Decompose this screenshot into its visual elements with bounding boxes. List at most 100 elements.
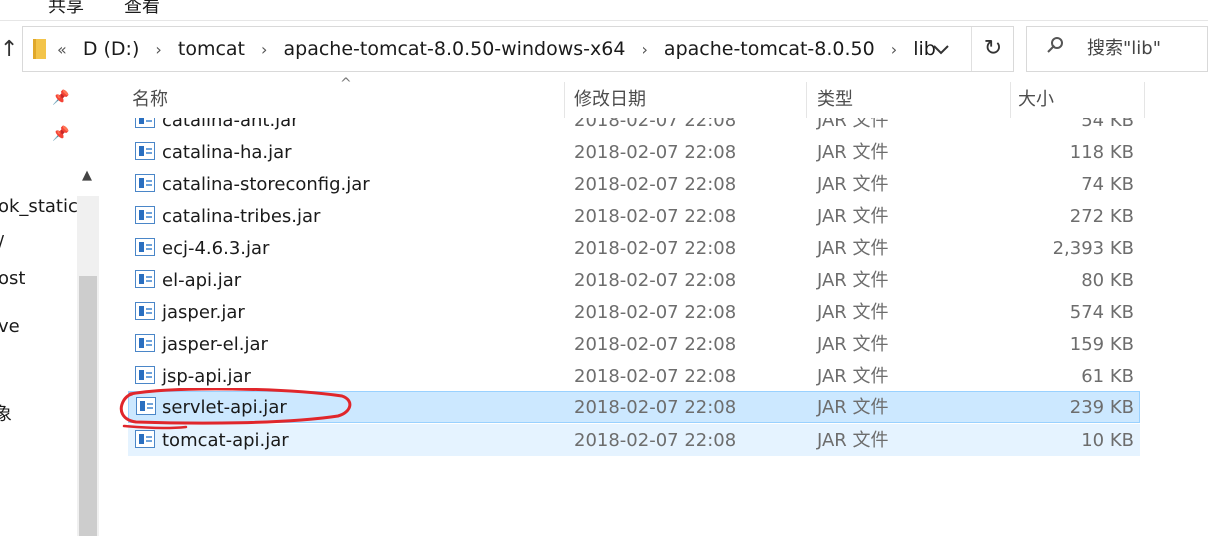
file-date: 2018-02-07 22:08 bbox=[574, 302, 737, 323]
file-date: 2018-02-07 22:08 bbox=[574, 206, 737, 227]
file-type: JAR 文件 bbox=[817, 397, 889, 418]
file-date: 2018-02-07 22:08 bbox=[574, 334, 737, 355]
jar-file-icon bbox=[135, 430, 155, 448]
breadcrumb-item-tomcat[interactable]: tomcat bbox=[178, 38, 245, 60]
scrollbar-thumb[interactable] bbox=[79, 276, 97, 536]
nav-scrollbar[interactable] bbox=[77, 196, 99, 536]
file-type: JAR 文件 bbox=[817, 206, 889, 227]
address-bar[interactable]: « D (D:) › tomcat › apache-tomcat-8.0.50… bbox=[22, 26, 1014, 72]
column-name[interactable]: 名称 bbox=[132, 80, 168, 118]
file-type: JAR 文件 bbox=[817, 118, 889, 131]
file-name: jasper-el.jar bbox=[162, 334, 268, 355]
file-type: JAR 文件 bbox=[817, 430, 889, 451]
file-type: JAR 文件 bbox=[817, 334, 889, 355]
ribbon-tab-share[interactable]: 共享 bbox=[48, 0, 84, 18]
refresh-icon[interactable]: ↻ bbox=[971, 27, 1014, 71]
search-icon bbox=[1045, 35, 1069, 59]
folder-icon bbox=[33, 39, 46, 59]
file-name: catalina-tribes.jar bbox=[162, 206, 321, 227]
file-type: JAR 文件 bbox=[817, 366, 889, 387]
file-date: 2018-02-07 22:08 bbox=[574, 397, 737, 418]
file-size: 61 KB bbox=[1081, 366, 1134, 387]
file-size: 272 KB bbox=[1069, 206, 1134, 227]
nav-item[interactable]: ok_static bbox=[0, 196, 78, 217]
chevron-right-icon[interactable]: › bbox=[891, 40, 897, 59]
ribbon: 共享 查看 bbox=[0, 0, 1208, 20]
list-item[interactable]: catalina-ant.jar 2018-02-07 22:08 JAR 文件… bbox=[128, 118, 1140, 136]
file-type: JAR 文件 bbox=[817, 302, 889, 323]
chevron-right-icon[interactable]: › bbox=[261, 40, 267, 59]
list-item[interactable]: catalina-storeconfig.jar 2018-02-07 22:0… bbox=[128, 168, 1140, 200]
file-name: catalina-storeconfig.jar bbox=[162, 174, 370, 195]
file-size: 239 KB bbox=[1069, 397, 1134, 418]
file-name: el-api.jar bbox=[162, 270, 242, 291]
chevron-right-icon[interactable]: › bbox=[155, 40, 161, 59]
column-type[interactable]: 类型 bbox=[817, 80, 853, 118]
breadcrumb-item-tomcat-version[interactable]: apache-tomcat-8.0.50 bbox=[664, 38, 875, 60]
file-size: 10 KB bbox=[1081, 430, 1134, 451]
search-box[interactable]: 搜索"lib" bbox=[1026, 26, 1208, 72]
jar-file-icon bbox=[135, 142, 155, 160]
file-name: ecj-4.6.3.jar bbox=[162, 238, 270, 259]
breadcrumb-item-tomcat-windows[interactable]: apache-tomcat-8.0.50-windows-x64 bbox=[284, 38, 626, 60]
pin-icon[interactable]: 📌 bbox=[52, 126, 69, 142]
list-item[interactable]: jasper-el.jar 2018-02-07 22:08 JAR 文件 15… bbox=[128, 328, 1140, 360]
list-item[interactable]: catalina-ha.jar 2018-02-07 22:08 JAR 文件 … bbox=[128, 136, 1140, 168]
file-date: 2018-02-07 22:08 bbox=[574, 238, 737, 259]
nav-item[interactable]: ost bbox=[0, 268, 25, 289]
search-input[interactable]: 搜索"lib" bbox=[1087, 27, 1161, 71]
nav-item[interactable]: 象 bbox=[0, 400, 12, 426]
list-item[interactable]: ecj-4.6.3.jar 2018-02-07 22:08 JAR 文件 2,… bbox=[128, 232, 1140, 264]
breadcrumb-item-drive[interactable]: D (D:) bbox=[83, 38, 140, 60]
sort-up-icon: ^ bbox=[340, 76, 352, 92]
annotation-circle bbox=[119, 388, 352, 430]
jar-file-icon bbox=[135, 238, 155, 256]
list-item[interactable]: catalina-tribes.jar 2018-02-07 22:08 JAR… bbox=[128, 200, 1140, 232]
file-name: catalina-ant.jar bbox=[162, 118, 299, 131]
chevron-right-icon[interactable]: › bbox=[641, 40, 647, 59]
jar-file-icon bbox=[135, 118, 155, 128]
navigation-pane: 📌 📌 ▲ ok_static / ost ve 象 bbox=[0, 80, 100, 536]
breadcrumb: « D (D:) › tomcat › apache-tomcat-8.0.50… bbox=[57, 27, 936, 71]
file-type: JAR 文件 bbox=[817, 174, 889, 195]
column-date[interactable]: 修改日期 bbox=[574, 80, 646, 118]
ribbon-divider bbox=[0, 20, 1208, 21]
jar-file-icon bbox=[135, 366, 155, 384]
scroll-up-icon[interactable]: ▲ bbox=[77, 166, 97, 186]
file-size: 80 KB bbox=[1081, 270, 1134, 291]
file-type: JAR 文件 bbox=[817, 270, 889, 291]
nav-item[interactable]: ve bbox=[0, 316, 20, 337]
list-item[interactable]: jasper.jar 2018-02-07 22:08 JAR 文件 574 K… bbox=[128, 296, 1140, 328]
file-size: 159 KB bbox=[1069, 334, 1134, 355]
column-divider[interactable] bbox=[1144, 82, 1145, 118]
jar-file-icon bbox=[135, 270, 155, 288]
chevron-down-icon[interactable] bbox=[933, 27, 949, 71]
file-size: 118 KB bbox=[1069, 142, 1134, 163]
file-name: catalina-ha.jar bbox=[162, 142, 292, 163]
file-type: JAR 文件 bbox=[817, 142, 889, 163]
jar-file-icon bbox=[135, 174, 155, 192]
file-size: 74 KB bbox=[1081, 174, 1134, 195]
pin-icon[interactable]: 📌 bbox=[52, 90, 69, 106]
file-date: 2018-02-07 22:08 bbox=[574, 142, 737, 163]
file-date: 2018-02-07 22:08 bbox=[574, 366, 737, 387]
file-type: JAR 文件 bbox=[817, 238, 889, 259]
file-name: jasper.jar bbox=[162, 302, 245, 323]
jar-file-icon bbox=[135, 206, 155, 224]
jar-file-icon bbox=[135, 334, 155, 352]
nav-item[interactable]: / bbox=[0, 232, 4, 253]
ribbon-tab-view[interactable]: 查看 bbox=[124, 0, 160, 18]
breadcrumb-overflow-icon[interactable]: « bbox=[57, 40, 67, 59]
list-item[interactable]: el-api.jar 2018-02-07 22:08 JAR 文件 80 KB bbox=[128, 264, 1140, 296]
column-size[interactable]: 大小 bbox=[1018, 80, 1054, 118]
file-date: 2018-02-07 22:08 bbox=[574, 270, 737, 291]
column-divider[interactable] bbox=[806, 82, 807, 118]
file-date: 2018-02-07 22:08 bbox=[574, 174, 737, 195]
file-size: 2,393 KB bbox=[1052, 238, 1134, 259]
file-date: 2018-02-07 22:08 bbox=[574, 430, 737, 451]
column-header: ^ 名称 修改日期 类型 大小 bbox=[100, 76, 1208, 118]
jar-file-icon bbox=[135, 302, 155, 320]
column-divider[interactable] bbox=[564, 82, 565, 118]
up-arrow-icon[interactable]: ↑ bbox=[0, 36, 18, 64]
column-divider[interactable] bbox=[1010, 82, 1011, 118]
